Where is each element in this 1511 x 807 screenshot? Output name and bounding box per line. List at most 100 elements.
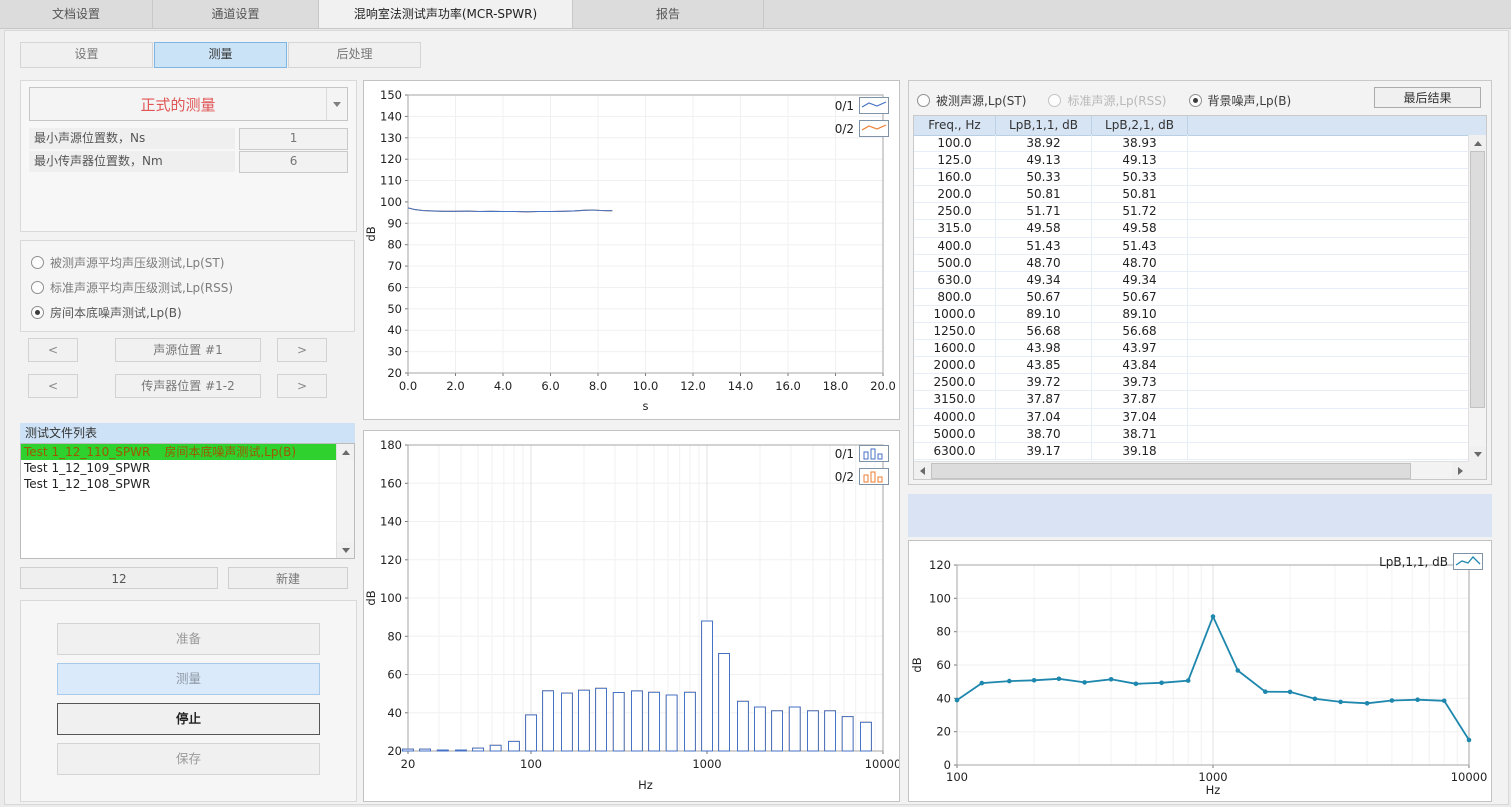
table-row[interactable]: 1600.043.9843.97 (914, 340, 1469, 357)
svg-text:10000: 10000 (865, 757, 899, 771)
scroll-up-icon[interactable] (1469, 135, 1486, 151)
file-list-item[interactable]: Test 1_12_109_SPWR (21, 460, 337, 476)
table-row[interactable]: 125.049.1349.13 (914, 152, 1469, 169)
svg-text:80: 80 (387, 238, 402, 252)
prepare-button[interactable]: 准备 (57, 623, 320, 655)
freq-table-body[interactable]: 100.038.9238.93125.049.1349.13160.050.33… (914, 135, 1469, 462)
radio-icon[interactable] (31, 256, 44, 269)
svg-text:140: 140 (380, 515, 402, 529)
table-row[interactable]: 500.048.7048.70 (914, 255, 1469, 272)
result-radio[interactable]: 背景噪声,Lp(B) (1189, 92, 1292, 109)
scroll-up-icon[interactable] (337, 444, 354, 460)
svg-text:20: 20 (936, 725, 951, 739)
table-row[interactable]: 1000.089.1089.10 (914, 306, 1469, 323)
tab-1[interactable]: 文档设置 (0, 0, 153, 28)
table-cell: 37.04 (1092, 409, 1188, 425)
svg-text:12.0: 12.0 (680, 379, 706, 393)
table-cell: 38.70 (996, 426, 1092, 442)
radio-icon[interactable] (31, 281, 44, 294)
next-button[interactable]: > (277, 338, 327, 362)
table-cell: 37.04 (996, 409, 1092, 425)
table-row[interactable]: 200.050.8150.81 (914, 186, 1469, 203)
test-type-radio-row[interactable]: 标准声源平均声压级测试,Lp(RSS) (31, 275, 354, 300)
radio-label: 房间本底噪声测试,Lp(B) (50, 304, 182, 321)
table-vscrollbar[interactable] (1468, 135, 1486, 462)
table-row[interactable]: 400.051.4351.43 (914, 238, 1469, 255)
table-row[interactable]: 3150.037.8737.87 (914, 391, 1469, 408)
next-button[interactable]: > (277, 374, 327, 398)
table-row[interactable]: 800.050.6750.67 (914, 289, 1469, 306)
table-row[interactable]: 2000.043.8543.84 (914, 357, 1469, 374)
file-list: Test 1_12_110_SPWR房间本底噪声测试,Lp(B)Test 1_1… (20, 443, 355, 559)
legend-entry: 0/2 (835, 120, 889, 137)
chevron-down-icon[interactable] (326, 88, 347, 120)
prev-button[interactable]: < (28, 374, 78, 398)
column-header[interactable]: Freq., Hz (914, 116, 996, 135)
subtab-2[interactable]: 测量 (154, 42, 287, 68)
svg-text:Hz: Hz (1206, 783, 1221, 797)
save-button[interactable]: 保存 (57, 743, 320, 775)
position-label-button[interactable]: 声源位置 #1 (115, 338, 261, 362)
result-radio[interactable]: 标准声源,Lp(RSS) (1048, 92, 1166, 109)
final-result-button[interactable]: 最后结果 (1374, 87, 1481, 108)
table-row[interactable]: 5000.038.7038.71 (914, 426, 1469, 443)
tab-2[interactable]: 通道设置 (153, 0, 319, 28)
table-row[interactable]: 100.038.9238.93 (914, 135, 1469, 152)
scroll-left-icon[interactable] (914, 462, 931, 479)
measurement-mode-combo[interactable]: 正式的测量 (29, 87, 348, 121)
scroll-right-icon[interactable] (1452, 462, 1469, 479)
radio-icon[interactable] (917, 94, 930, 107)
stop-button[interactable]: 停止 (57, 703, 320, 735)
table-hscrollbar[interactable] (914, 461, 1469, 479)
table-cell: 50.67 (1092, 289, 1188, 305)
table-cell: 38.93 (1092, 135, 1188, 151)
table-cell: 39.17 (996, 443, 1092, 459)
test-type-radio-row[interactable]: 房间本底噪声测试,Lp(B) (31, 300, 354, 325)
measurement-number[interactable]: 12 (20, 567, 218, 589)
table-row[interactable]: 160.050.3350.33 (914, 169, 1469, 186)
position-label-button[interactable]: 传声器位置 #1-2 (115, 374, 261, 398)
table-cell-filler (1188, 374, 1469, 390)
tab-3[interactable]: 混响室法测试声功率(MCR-SPWR) (319, 0, 573, 28)
hscroll-thumb[interactable] (931, 463, 1411, 479)
result-chart-panel: 020406080100120100100010000HzdB LpB,1,1,… (908, 540, 1492, 802)
result-radio[interactable]: 被测声源,Lp(ST) (917, 92, 1026, 109)
measurement-mode-text: 正式的测量 (30, 94, 326, 115)
field-value-input[interactable]: 1 (239, 128, 348, 150)
radio-icon[interactable] (1189, 94, 1202, 107)
table-row[interactable]: 6300.039.1739.18 (914, 443, 1469, 460)
table-row[interactable]: 1250.056.6856.68 (914, 323, 1469, 340)
fields: 最小声源位置数，Ns1最小传声器位置数，Nm6 (29, 127, 348, 173)
column-header[interactable]: LpB,2,1, dB (1092, 116, 1188, 135)
result-chart: 020406080100120100100010000HzdB (909, 541, 1491, 801)
table-cell: 1000.0 (914, 306, 996, 322)
table-row[interactable]: 4000.037.0437.04 (914, 409, 1469, 426)
file-list-scrollbar[interactable] (336, 444, 354, 558)
new-file-button[interactable]: 新建 (228, 567, 348, 589)
field-value-input[interactable]: 6 (239, 151, 348, 173)
radio-icon[interactable] (1048, 94, 1061, 107)
table-cell: 43.97 (1092, 340, 1188, 356)
table-row[interactable]: 315.049.5849.58 (914, 220, 1469, 237)
table-row[interactable]: 630.049.3449.34 (914, 272, 1469, 289)
radio-icon[interactable] (31, 306, 44, 319)
file-list-item[interactable]: Test 1_12_110_SPWR房间本底噪声测试,Lp(B) (21, 444, 337, 460)
vscroll-thumb[interactable] (1470, 151, 1485, 408)
subtab-3[interactable]: 后处理 (288, 42, 421, 68)
scroll-down-icon[interactable] (1469, 446, 1486, 462)
scroll-down-icon[interactable] (337, 542, 354, 558)
table-row[interactable]: 2500.039.7239.73 (914, 374, 1469, 391)
test-type-radio-row[interactable]: 被测声源平均声压级测试,Lp(ST) (31, 250, 354, 275)
svg-text:4.0: 4.0 (494, 379, 512, 393)
radio-label: 被测声源平均声压级测试,Lp(ST) (50, 254, 224, 271)
app-window: 文档设置通道设置混响室法测试声功率(MCR-SPWR)报告 设置测量后处理 正式… (0, 0, 1511, 807)
file-list-item[interactable]: Test 1_12_108_SPWR (21, 476, 337, 492)
tab-4[interactable]: 报告 (573, 0, 764, 28)
table-row[interactable]: 250.051.7151.72 (914, 203, 1469, 220)
legend-entry: LpB,1,1, dB (1379, 553, 1483, 570)
svg-text:100: 100 (380, 195, 402, 209)
prev-button[interactable]: < (28, 338, 78, 362)
column-header[interactable]: LpB,1,1, dB (996, 116, 1092, 135)
subtab-1[interactable]: 设置 (20, 42, 153, 68)
measure-button[interactable]: 测量 (57, 663, 320, 695)
